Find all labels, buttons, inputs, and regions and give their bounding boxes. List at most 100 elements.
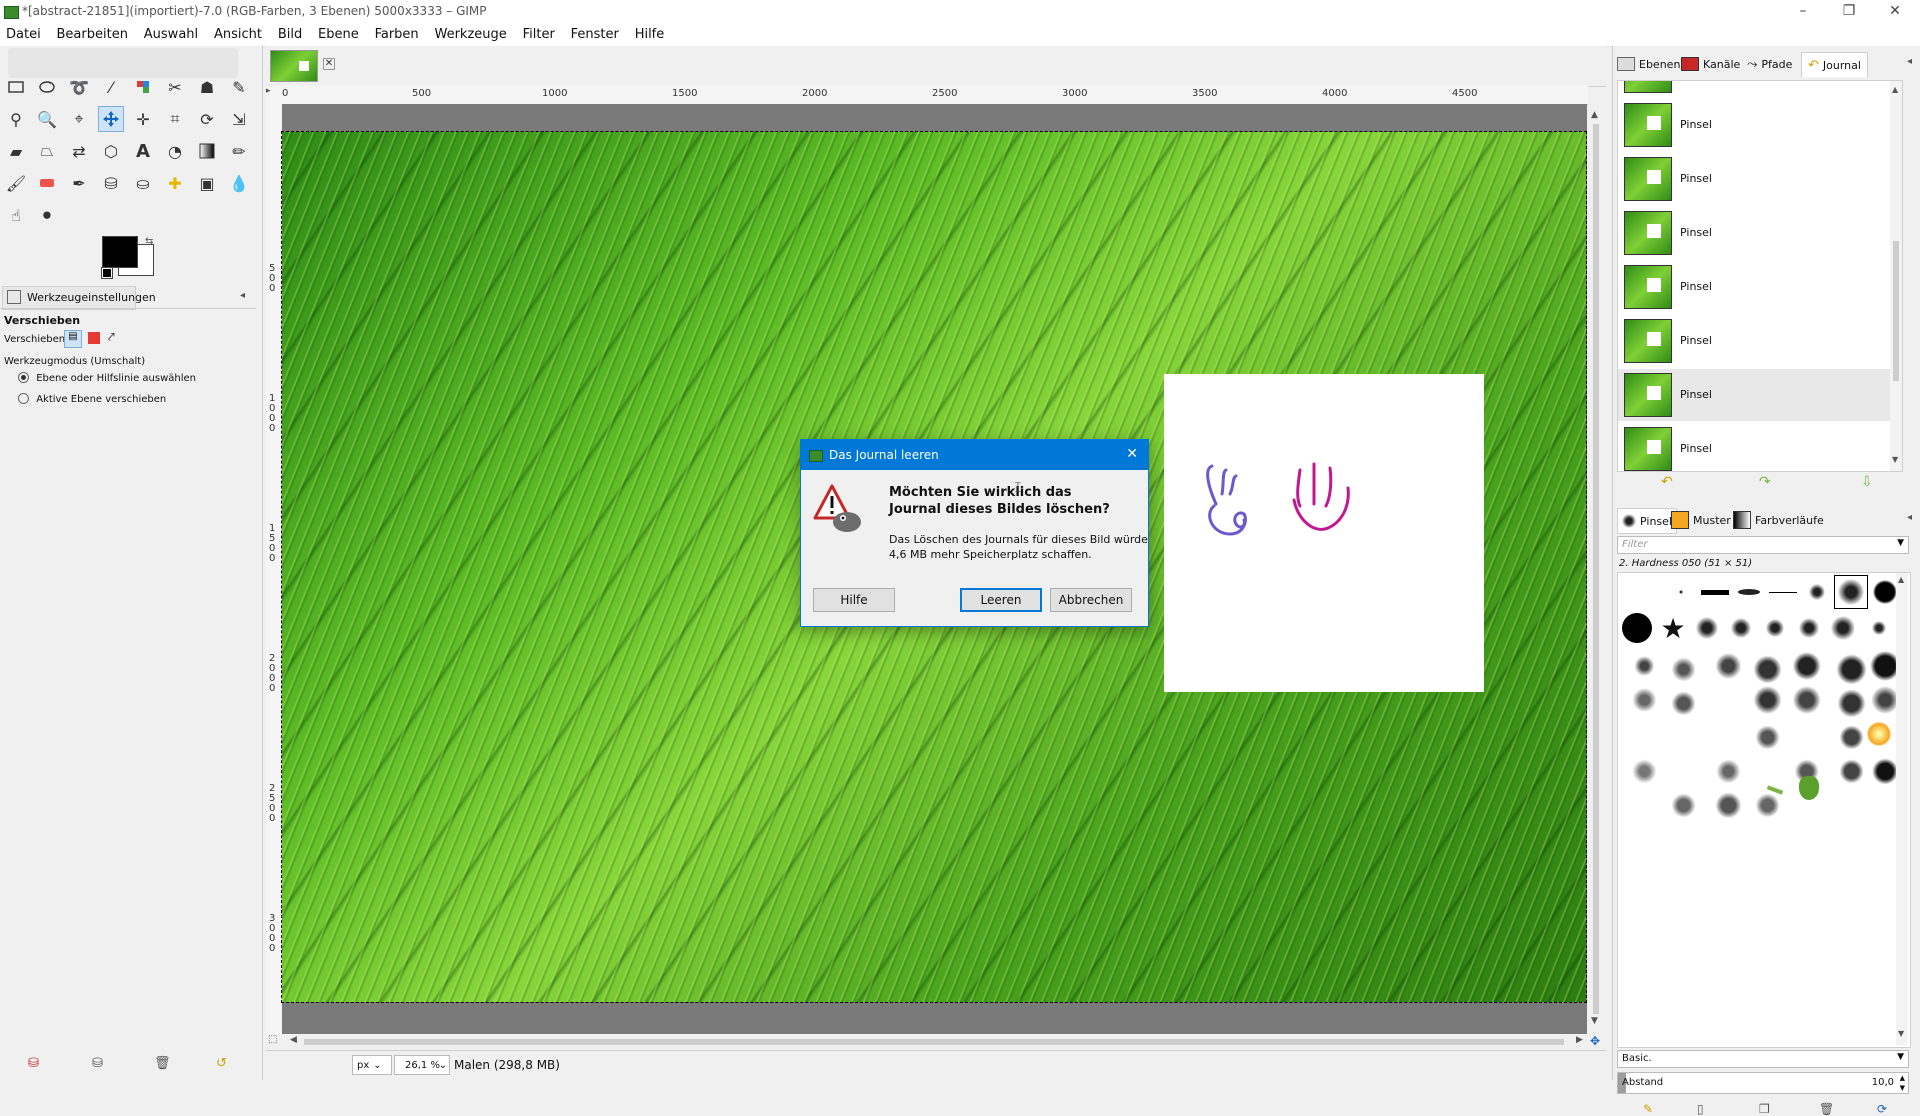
paths-tool-icon[interactable]: ✎ xyxy=(226,74,252,100)
menu-werkzeuge[interactable]: Werkzeuge xyxy=(429,24,513,46)
brush-item[interactable] xyxy=(1802,577,1832,607)
heal-icon[interactable]: ✚ xyxy=(162,170,188,196)
ruler-corner-icon[interactable]: ▸ xyxy=(266,86,278,104)
ellipse-select-icon[interactable] xyxy=(34,74,60,100)
reset-tool-options-icon[interactable]: ↺ xyxy=(216,1056,227,1071)
image-tab-thumbnail[interactable] xyxy=(270,50,318,82)
unit-select[interactable]: px ⌄ xyxy=(352,1055,392,1075)
minimize-button[interactable]: – xyxy=(1780,0,1826,24)
move-tool-icon[interactable] xyxy=(98,106,124,132)
list-item[interactable]: Pinsel xyxy=(1618,207,1900,259)
horizontal-scrollbar[interactable]: ◀ ▶ xyxy=(282,1034,1588,1050)
edit-brush-icon[interactable]: ✎ xyxy=(1643,1102,1653,1116)
maximize-button[interactable]: ❐ xyxy=(1826,0,1872,24)
brush-item[interactable] xyxy=(1864,613,1894,643)
history-list[interactable]: Pinsel Pinsel Pinsel Pinsel Pinsel Pinse… xyxy=(1617,80,1903,472)
move-path-toggle[interactable]: ⤤ xyxy=(108,330,115,345)
brush-item[interactable] xyxy=(1768,577,1798,607)
text-tool-icon[interactable]: A xyxy=(130,138,156,164)
gradient-icon[interactable] xyxy=(194,138,220,164)
foreground-select-icon[interactable]: ☗ xyxy=(194,74,220,100)
airbrush-icon[interactable]: ✒ xyxy=(66,170,92,196)
tab-channels[interactable]: Kanäle xyxy=(1681,52,1740,76)
new-brush-icon[interactable]: ▯ xyxy=(1697,1102,1704,1116)
list-item[interactable]: Pinsel xyxy=(1618,315,1900,367)
vertical-ruler[interactable]: 5 0 0 1 0 0 0 1 5 0 0 2 0 0 0 2 5 0 0 3 … xyxy=(266,104,283,1034)
brush-item[interactable] xyxy=(1700,577,1730,607)
brush-item[interactable]: ★ xyxy=(1658,612,1688,645)
brush-item[interactable] xyxy=(1794,773,1824,803)
menu-fenster[interactable]: Fenster xyxy=(565,24,625,46)
list-item[interactable]: Pinsel xyxy=(1618,99,1900,151)
panel-menu-icon[interactable]: ◂ xyxy=(1907,512,1912,523)
panel-menu-icon[interactable]: ◂ xyxy=(240,290,245,301)
list-item[interactable]: Pinsel xyxy=(1618,423,1900,471)
redo-icon[interactable]: ↷ xyxy=(1759,474,1771,490)
list-item[interactable]: Pinsel xyxy=(1618,153,1900,205)
move-selection-toggle[interactable] xyxy=(88,332,100,344)
menu-filter[interactable]: Filter xyxy=(517,24,561,46)
default-colors-icon[interactable] xyxy=(101,267,113,279)
paintbrush-icon[interactable]: 🖌 xyxy=(3,170,29,196)
perspective-clone-icon[interactable]: ▣ xyxy=(194,170,220,196)
tab-paths[interactable]: ⤳ Pfade xyxy=(1747,52,1792,76)
delete-tool-preset-icon[interactable]: 🗑 xyxy=(154,1056,171,1071)
brush-filter-input[interactable]: Filter ▼ xyxy=(1617,536,1909,554)
quick-mask-icon[interactable]: ⬚ xyxy=(268,1034,282,1050)
brush-scrollbar[interactable]: ▲ ▼ xyxy=(1896,573,1908,1045)
swap-colors-icon[interactable]: ⇆ xyxy=(145,236,153,247)
brush-item[interactable] xyxy=(1864,719,1894,749)
undo-icon[interactable]: ↶ xyxy=(1661,474,1673,490)
brush-item[interactable] xyxy=(1760,775,1790,805)
menu-datei[interactable]: Datei xyxy=(0,24,47,46)
scissors-icon[interactable]: ✂ xyxy=(162,74,188,100)
brush-item[interactable] xyxy=(1692,613,1722,643)
foreground-color-swatch[interactable] xyxy=(102,236,138,268)
clear-button[interactable]: Leeren xyxy=(960,588,1042,612)
brush-item[interactable] xyxy=(1828,613,1858,643)
flip-icon[interactable]: ⇄ xyxy=(66,138,92,164)
align-icon[interactable]: ✛ xyxy=(130,106,156,132)
lasso-icon[interactable]: ➰ xyxy=(66,74,92,100)
tab-layers[interactable]: Ebenen xyxy=(1617,52,1680,76)
clear-history-icon[interactable]: ⇩ xyxy=(1861,474,1873,490)
menu-hilfe[interactable]: Hilfe xyxy=(629,24,671,46)
spacing-slider[interactable]: Abstand 10,0 ▲ ▼ xyxy=(1617,1072,1909,1094)
menu-farben[interactable]: Farben xyxy=(369,24,425,46)
cancel-button[interactable]: Abbrechen xyxy=(1050,588,1132,612)
dialog-close-icon[interactable]: ✕ xyxy=(1126,446,1138,462)
save-tool-preset-icon[interactable]: ⛁ xyxy=(28,1056,39,1071)
smudge-icon[interactable]: ☝ xyxy=(3,202,29,228)
rect-select-icon[interactable] xyxy=(3,74,29,100)
brush-item[interactable] xyxy=(1622,613,1652,643)
menu-bearbeiten[interactable]: Bearbeiten xyxy=(51,24,134,46)
color-picker-icon[interactable]: ⚲ xyxy=(3,106,29,132)
menu-bild[interactable]: Bild xyxy=(272,24,308,46)
pencil-icon[interactable]: ✏ xyxy=(226,138,252,164)
fuzzy-select-icon[interactable]: ⁄ xyxy=(98,74,124,100)
panel-menu-icon[interactable]: ◂ xyxy=(1907,56,1912,67)
brush-item[interactable] xyxy=(1726,613,1756,643)
list-item-selected[interactable]: Pinsel xyxy=(1618,369,1900,421)
stepper-icon[interactable]: ▲ ▼ xyxy=(1900,1073,1905,1093)
menu-ebene[interactable]: Ebene xyxy=(312,24,365,46)
crop-icon[interactable]: ⌗ xyxy=(162,106,188,132)
brush-item[interactable] xyxy=(1760,613,1790,643)
help-button[interactable]: Hilfe xyxy=(813,588,895,612)
brush-item[interactable] xyxy=(1734,577,1764,607)
cage-transform-icon[interactable]: ⬡ xyxy=(98,138,124,164)
tab-patterns[interactable]: Muster xyxy=(1671,508,1731,532)
refresh-brushes-icon[interactable]: ⟳ xyxy=(1877,1102,1887,1116)
horizontal-ruler[interactable]: 0 500 1000 1500 2000 2500 3000 3500 4000… xyxy=(278,86,1588,105)
radio-pick-layer[interactable] xyxy=(18,372,29,383)
list-item[interactable] xyxy=(1618,81,1900,97)
brush-item[interactable] xyxy=(1794,613,1824,643)
brush-set-select[interactable]: Basic. ▼ xyxy=(1617,1050,1909,1068)
duplicate-brush-icon[interactable]: ❐ xyxy=(1759,1102,1770,1116)
option-move-active[interactable]: Aktive Ebene verschieben xyxy=(18,393,166,405)
menu-auswahl[interactable]: Auswahl xyxy=(138,24,204,46)
clone-icon[interactable]: ⛀ xyxy=(130,170,156,196)
tab-tool-options[interactable]: Werkzeugeinstellungen xyxy=(2,286,156,310)
option-pick-layer[interactable]: Ebene oder Hilfslinie auswählen xyxy=(18,372,196,384)
history-scrollbar[interactable]: ▲ ▼ xyxy=(1890,81,1902,471)
